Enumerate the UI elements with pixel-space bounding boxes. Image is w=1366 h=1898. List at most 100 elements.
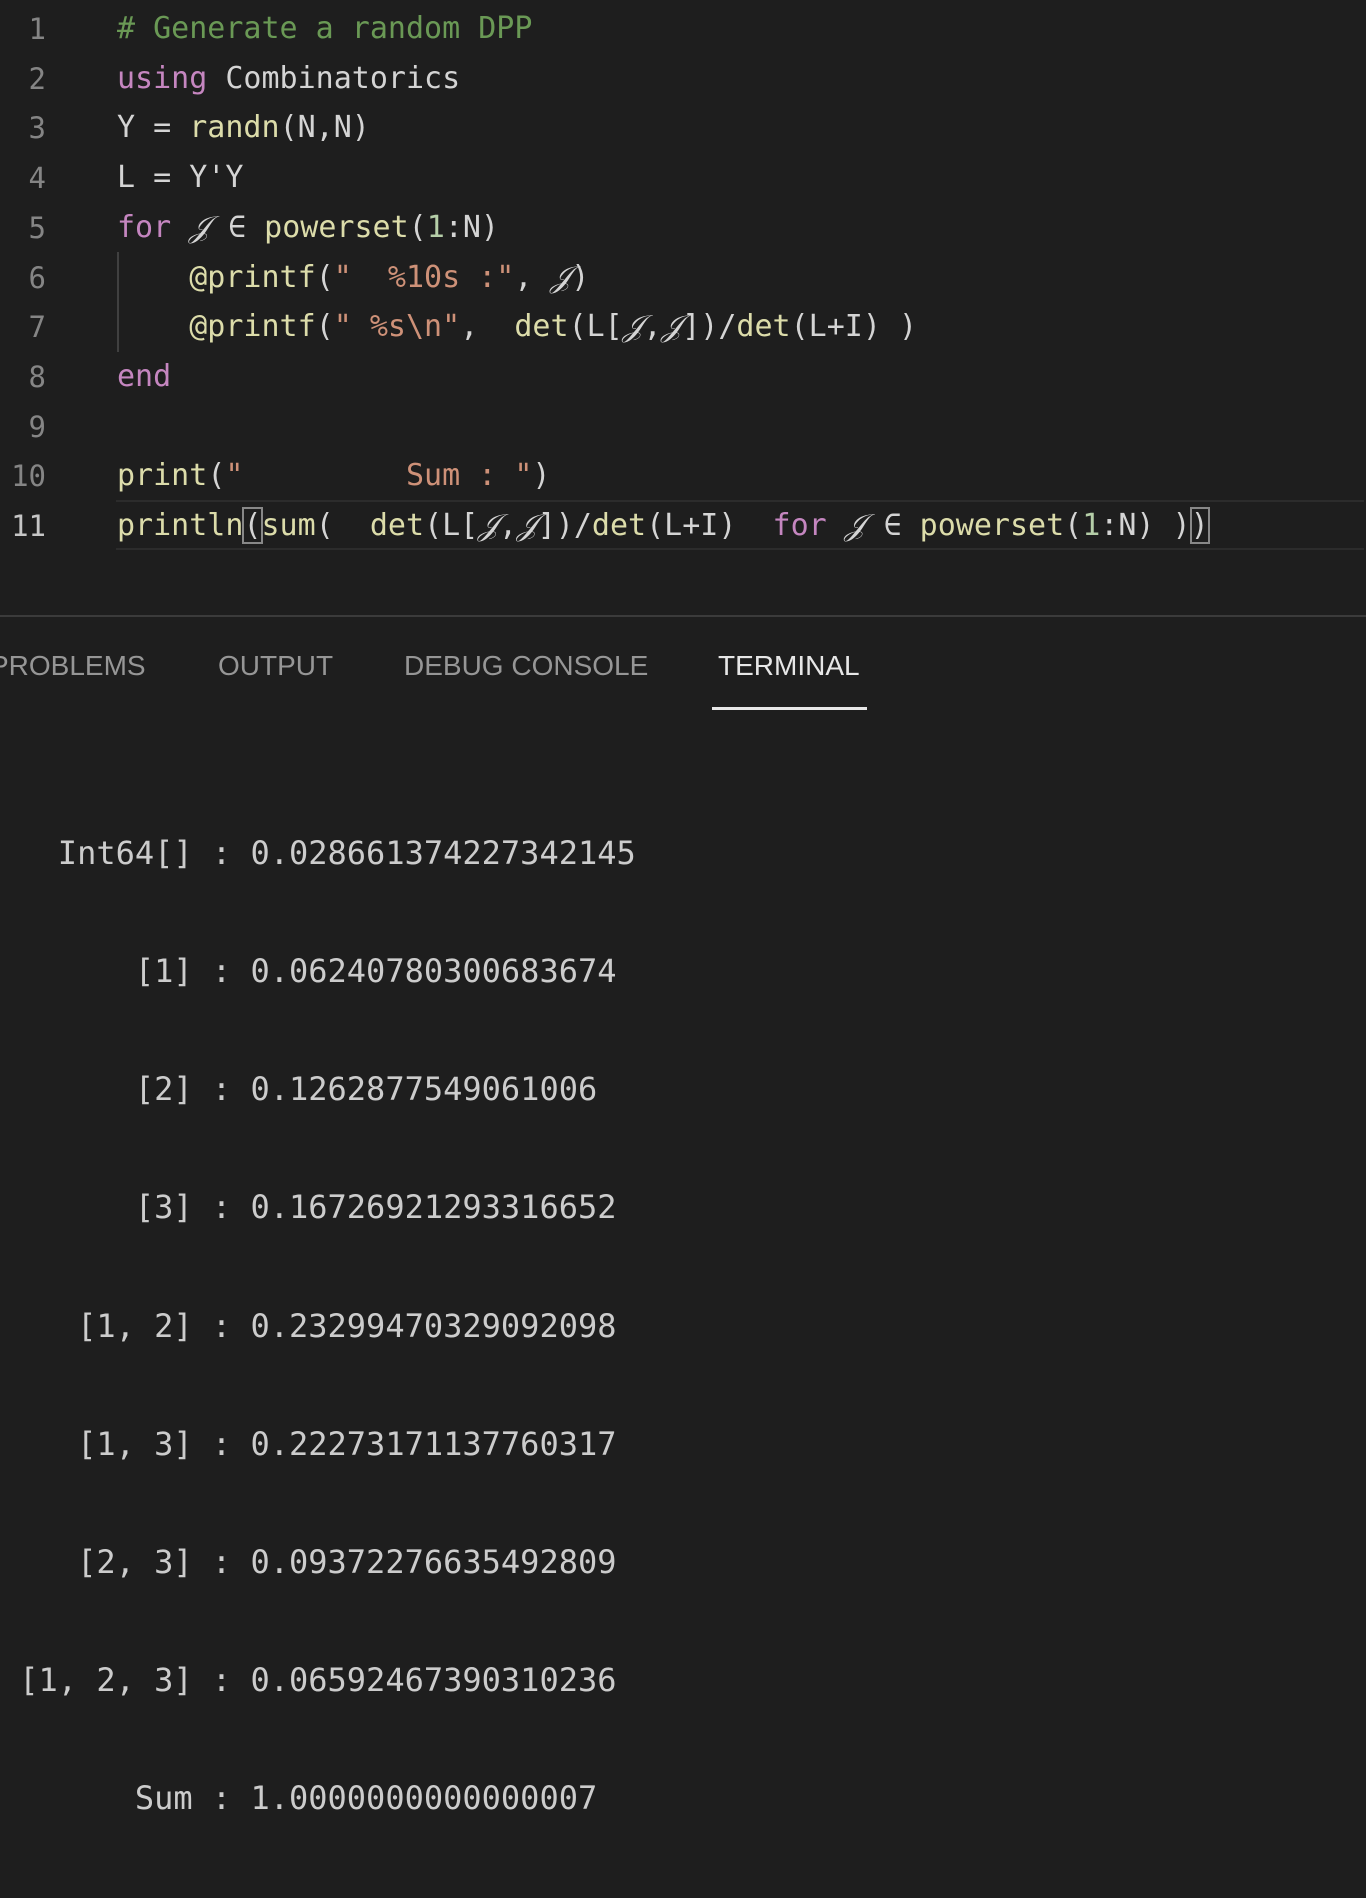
code-editor[interactable]: 1 # Generate a random DPP 2 using Combinato… (0, 0, 1366, 615)
code-token: ) (571, 259, 590, 295)
line-number: 6 (28, 260, 46, 295)
line-number: 3 (28, 111, 46, 146)
tab-terminal[interactable]: TERMINAL (718, 649, 860, 683)
line-number: 10 (11, 459, 46, 494)
code-token: det (736, 309, 791, 345)
tab-output[interactable]: OUTPUT (218, 649, 333, 683)
code-token: powerset (264, 209, 409, 245)
code-token: det (591, 508, 647, 543)
matching-bracket: ) (1189, 507, 1210, 544)
terminal-line: Sum : 1.0000000000000007 (0, 1779, 598, 1818)
code-token: 1 (1082, 508, 1101, 543)
code-text: @printf(" %s\n", det(L[𝒥,𝒥])/det(L+I) ) (117, 309, 917, 345)
terminal-line: [1] : 0.06240780300683674 (0, 952, 617, 991)
code-token: (L[ (424, 508, 479, 543)
line-number: 4 (28, 161, 46, 196)
code-token: 𝒥 (189, 209, 210, 245)
code-line[interactable]: 1 # Generate a random DPP (0, 3, 1366, 53)
code-text: @printf(" %10s :", 𝒥) (117, 260, 589, 296)
code-token: @printf (189, 309, 316, 345)
terminal-line: [1, 2] : 0.23299470329092098 (0, 1306, 617, 1345)
code-token: , (514, 259, 551, 295)
code-text: Y = randn(N,N) (117, 110, 370, 146)
terminal-line: [1, 2, 3] : 0.06592467390310236 (0, 1661, 617, 1700)
terminal-output[interactable]: Int64[] : 0.028661374227342145 [1] : 0.0… (0, 755, 636, 1898)
code-line[interactable]: 5 for 𝒥 ∈ powerset(1:N) (0, 202, 1366, 252)
code-token: Y = (117, 110, 190, 146)
terminal-line: [2, 3] : 0.09372276635492809 (0, 1543, 617, 1582)
code-token: , (643, 309, 662, 345)
code-token: powerset (919, 508, 1065, 543)
active-tab-indicator (712, 707, 867, 710)
code-token: " %s\n" (333, 309, 461, 345)
code-token: (L+I) ) (790, 309, 918, 345)
code-line[interactable]: 4 L = Y'Y (0, 152, 1366, 202)
matching-bracket: ( (242, 507, 263, 544)
code-token: , (498, 508, 518, 543)
tab-debug-console[interactable]: DEBUG CONSOLE (404, 649, 648, 683)
code-token: 1 (426, 209, 445, 245)
code-line[interactable]: 2 using Combinatorics (0, 53, 1366, 103)
code-token: Combinatorics (207, 60, 461, 96)
code-token: 𝒥 (550, 259, 572, 295)
code-token: ( (1064, 508, 1083, 543)
code-token: ( (408, 209, 427, 245)
line-number: 9 (28, 409, 46, 444)
line-number: 7 (28, 310, 46, 345)
bottom-panel: PROBLEMS OUTPUT DEBUG CONSOLE TERMINAL I… (0, 617, 1366, 1817)
code-line[interactable]: 9 (0, 401, 1366, 451)
code-token: randn (189, 110, 280, 146)
code-token: @printf (189, 259, 316, 295)
code-token: print (117, 458, 208, 494)
code-token: ( (315, 259, 334, 295)
code-text: print(" Sum : ") (117, 458, 550, 494)
code-token: println (117, 508, 244, 543)
code-token: det (369, 508, 425, 543)
code-token: for (772, 508, 827, 543)
code-token: 𝒥 (478, 508, 499, 543)
terminal-line: Int64[] : 0.028661374227342145 (0, 833, 636, 872)
code-token: ) (532, 458, 551, 494)
code-token: 𝒥 (661, 309, 683, 345)
code-token: # Generate a random DPP (117, 11, 533, 46)
code-token: , (460, 309, 515, 345)
code-token: ])/ (537, 508, 592, 543)
code-token: det (514, 309, 569, 345)
code-token: :N) (444, 209, 499, 245)
code-token: (N,N) (279, 110, 370, 146)
code-token: ( (315, 309, 334, 345)
code-token: ∈ (209, 209, 265, 245)
code-token: " Sum : " (225, 458, 533, 494)
code-line[interactable]: 11 println(sum( det(L[𝒥,𝒥])/det(L+I) for … (0, 500, 1366, 550)
code-token: 𝒥 (622, 309, 644, 345)
code-token: using (117, 60, 208, 96)
code-token: 𝒥 (517, 508, 538, 543)
code-token: ( (207, 458, 226, 494)
line-number: 5 (28, 210, 46, 245)
code-line[interactable]: 10 print(" Sum : ") (0, 450, 1366, 500)
code-text: for 𝒥 ∈ powerset(1:N) (117, 210, 499, 246)
code-token: L = Y'Y (117, 160, 244, 196)
code-token: " %10s :" (333, 259, 515, 295)
code-token: :N) ) (1100, 508, 1191, 543)
tab-problems[interactable]: PROBLEMS (0, 649, 146, 683)
line-number: 8 (28, 359, 46, 394)
code-line[interactable]: 8 end (0, 351, 1366, 401)
terminal-line: [3] : 0.16726921293316652 (0, 1188, 617, 1227)
code-token: (L[ (568, 309, 623, 345)
code-token: ])/ (682, 309, 737, 345)
code-line[interactable]: 3 Y = randn(N,N) (0, 102, 1366, 152)
code-line[interactable]: 7 @printf(" %s\n", det(L[𝒥,𝒥])/det(L+I) … (0, 301, 1366, 351)
terminal-line: [2] : 0.1262877549061006 (0, 1070, 598, 1109)
code-line[interactable]: 6 @printf(" %10s :", 𝒥) (0, 252, 1366, 302)
code-token: for (117, 209, 172, 245)
code-token: 𝒥 (844, 508, 866, 543)
code-text: println(sum( det(L[𝒥,𝒥])/det(L+I) for 𝒥 … (117, 507, 1210, 544)
line-number: 1 (28, 12, 46, 46)
code-token: ∈ (865, 508, 920, 543)
line-number: 11 (11, 509, 46, 543)
